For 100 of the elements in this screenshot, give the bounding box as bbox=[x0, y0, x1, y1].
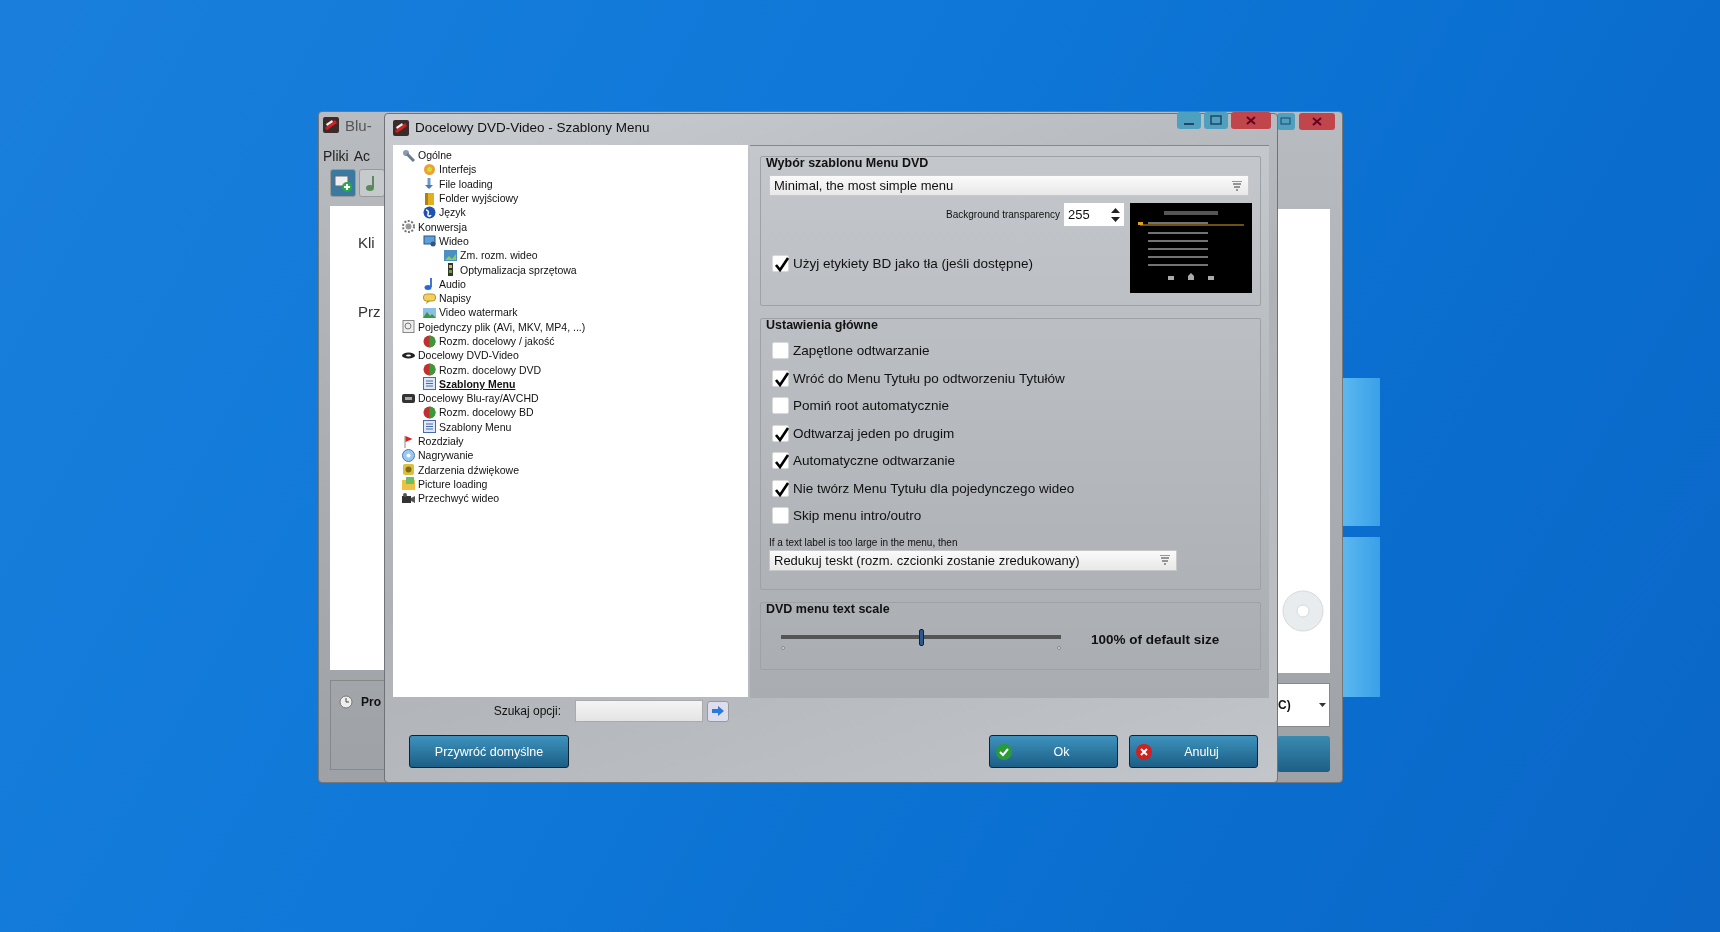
app-logo-icon bbox=[393, 119, 409, 136]
text-label: Prz bbox=[358, 303, 381, 320]
app-logo-icon bbox=[323, 117, 339, 133]
menu-item[interactable]: Pliki bbox=[323, 148, 349, 164]
checkbox-label[interactable]: Wróć do Menu Tytułu po odtworzeniu Tytułów bbox=[793, 370, 1065, 386]
button[interactable] bbox=[1277, 736, 1330, 772]
disc-icon bbox=[1281, 589, 1325, 633]
search-button[interactable] bbox=[707, 700, 729, 722]
tree-item[interactable]: Docelowy Blu-ray/AVCHD bbox=[402, 391, 539, 406]
tree-item[interactable]: Pojedynczy plik (AVi, MKV, MP4, ...) bbox=[402, 319, 586, 334]
button[interactable]: Anuluj bbox=[1129, 735, 1258, 768]
toolbar-button[interactable] bbox=[330, 169, 356, 197]
search-field[interactable] bbox=[575, 700, 703, 722]
checkmark-icon bbox=[773, 425, 790, 443]
ball-icon bbox=[423, 406, 436, 419]
tick-mark bbox=[781, 646, 785, 650]
clock-icon bbox=[339, 695, 353, 709]
tree-item[interactable]: Zm. rozm. wideo bbox=[444, 248, 538, 263]
tree-item[interactable]: Język bbox=[423, 205, 466, 220]
search-label: Szukaj opcji: bbox=[492, 704, 561, 718]
group-title: Ustawienia główne bbox=[766, 317, 879, 333]
dropdown-arrow-icon bbox=[1160, 555, 1170, 565]
close-button[interactable] bbox=[1299, 113, 1335, 130]
film-plus-icon bbox=[334, 174, 352, 192]
document-icon bbox=[402, 320, 415, 334]
tree-item[interactable]: Optymalizacja sprzętowa bbox=[444, 262, 577, 277]
minimize-button[interactable] bbox=[1177, 112, 1201, 129]
dropdown-arrow-icon bbox=[1232, 180, 1242, 191]
group-title: Wybór szablonu Menu DVD bbox=[766, 155, 930, 171]
checkmark-icon bbox=[773, 453, 790, 471]
speech-bubble-icon bbox=[423, 291, 436, 305]
tree-item[interactable]: Audio bbox=[423, 276, 466, 291]
tree-item[interactable]: Przechwyć wideo bbox=[402, 491, 500, 506]
tick-mark bbox=[1057, 646, 1061, 650]
tree-item[interactable]: Docelowy DVD-Video bbox=[402, 348, 519, 363]
checkbox[interactable] bbox=[772, 255, 789, 273]
checkbox-label[interactable]: Nie twórz Menu Tytułu dla pojedynczego wideo bbox=[793, 480, 1075, 496]
tree-item[interactable]: Interfejs bbox=[423, 162, 477, 177]
tree-item[interactable]: Picture loading bbox=[402, 476, 488, 492]
tree-item[interactable]: Nagrywanie bbox=[402, 448, 474, 463]
checkbox[interactable] bbox=[772, 369, 789, 387]
tree-item[interactable]: Zdarzenia dźwiękowe bbox=[402, 462, 519, 477]
tree-item[interactable]: Szablony Menu bbox=[423, 419, 512, 434]
button[interactable]: Ok bbox=[989, 735, 1118, 768]
checkbox-label[interactable]: Użyj etykiety BD jako tła (jeśli dostępne) bbox=[793, 256, 1034, 272]
caret-icon bbox=[1319, 703, 1326, 707]
folder-icon bbox=[402, 477, 415, 491]
checkbox[interactable] bbox=[772, 424, 789, 442]
tree-item[interactable]: Rozm. docelowy / jakość bbox=[423, 333, 555, 349]
dropdown[interactable]: Redukuj teskt (rozm. czcionki zostanie zredukowany) bbox=[769, 549, 1177, 571]
tree-item[interactable]: Folder wyjściowy bbox=[423, 190, 519, 206]
toolbar-button[interactable] bbox=[359, 169, 385, 197]
tree-item[interactable]: Rozm. docelowy BD bbox=[423, 405, 534, 420]
slider-thumb[interactable] bbox=[919, 629, 924, 646]
close-icon bbox=[1136, 743, 1152, 760]
checkmark-icon bbox=[996, 743, 1012, 760]
checkbox-label[interactable]: Skip menu intro/outro bbox=[793, 508, 922, 524]
field-label: Background transparency bbox=[946, 209, 1060, 220]
tree-item[interactable]: Rozdziały bbox=[402, 433, 464, 449]
checkbox[interactable] bbox=[772, 342, 789, 360]
status-label: Pro bbox=[361, 695, 381, 709]
field-label: If a text label is too large in the menu, then bbox=[769, 536, 959, 548]
tree-item[interactable]: Napisy bbox=[423, 290, 472, 306]
tree-item[interactable]: Szablony Menu bbox=[423, 376, 516, 392]
ball-icon bbox=[423, 363, 436, 377]
text-label: Kli bbox=[358, 234, 375, 251]
dropdown[interactable]: C) bbox=[1277, 683, 1330, 727]
checkbox[interactable] bbox=[772, 452, 789, 470]
tree-item[interactable]: Ogólne bbox=[402, 148, 452, 163]
menu-item[interactable]: Ac bbox=[353, 148, 370, 164]
list-icon bbox=[423, 420, 436, 434]
checkbox[interactable] bbox=[772, 507, 789, 525]
landscape-icon bbox=[423, 305, 436, 319]
spin-box[interactable]: 255 bbox=[1064, 203, 1124, 226]
checkbox-label[interactable]: Automatyczne odtwarzanie bbox=[793, 453, 956, 469]
checkmark-icon bbox=[773, 370, 790, 388]
gear-icon bbox=[402, 220, 415, 234]
checkbox[interactable] bbox=[772, 479, 789, 497]
arrow-right-icon bbox=[712, 706, 724, 716]
tree-item[interactable]: Wideo bbox=[423, 233, 469, 249]
image-icon bbox=[444, 248, 457, 262]
badge-icon bbox=[402, 391, 415, 405]
checkbox-label[interactable]: Pomiń root automatycznie bbox=[793, 398, 950, 414]
button[interactable]: Przywróć domyślne bbox=[409, 735, 569, 768]
maximize-button[interactable] bbox=[1204, 112, 1228, 129]
tree-item[interactable]: Rozm. docelowy DVD bbox=[423, 362, 542, 377]
restore-button[interactable] bbox=[1277, 113, 1295, 130]
checkbox[interactable] bbox=[772, 397, 789, 415]
tree-item[interactable]: Konwersja bbox=[402, 219, 468, 234]
tree-item[interactable]: File loading bbox=[423, 176, 493, 191]
list-icon bbox=[423, 377, 436, 391]
dropdown[interactable]: Minimal, the most simple menu bbox=[769, 175, 1249, 196]
tree-item[interactable]: Video watermark bbox=[423, 305, 518, 320]
checkbox-label[interactable]: Odtwarzaj jeden po drugim bbox=[793, 425, 955, 441]
checkmark-icon bbox=[773, 480, 790, 498]
spin-arrows-icon bbox=[1111, 206, 1120, 223]
checkbox-label[interactable]: Zapętlone odtwarzanie bbox=[793, 343, 930, 359]
close-button[interactable] bbox=[1231, 112, 1271, 129]
disc-icon bbox=[402, 448, 415, 462]
arrow-down-icon bbox=[423, 177, 436, 191]
